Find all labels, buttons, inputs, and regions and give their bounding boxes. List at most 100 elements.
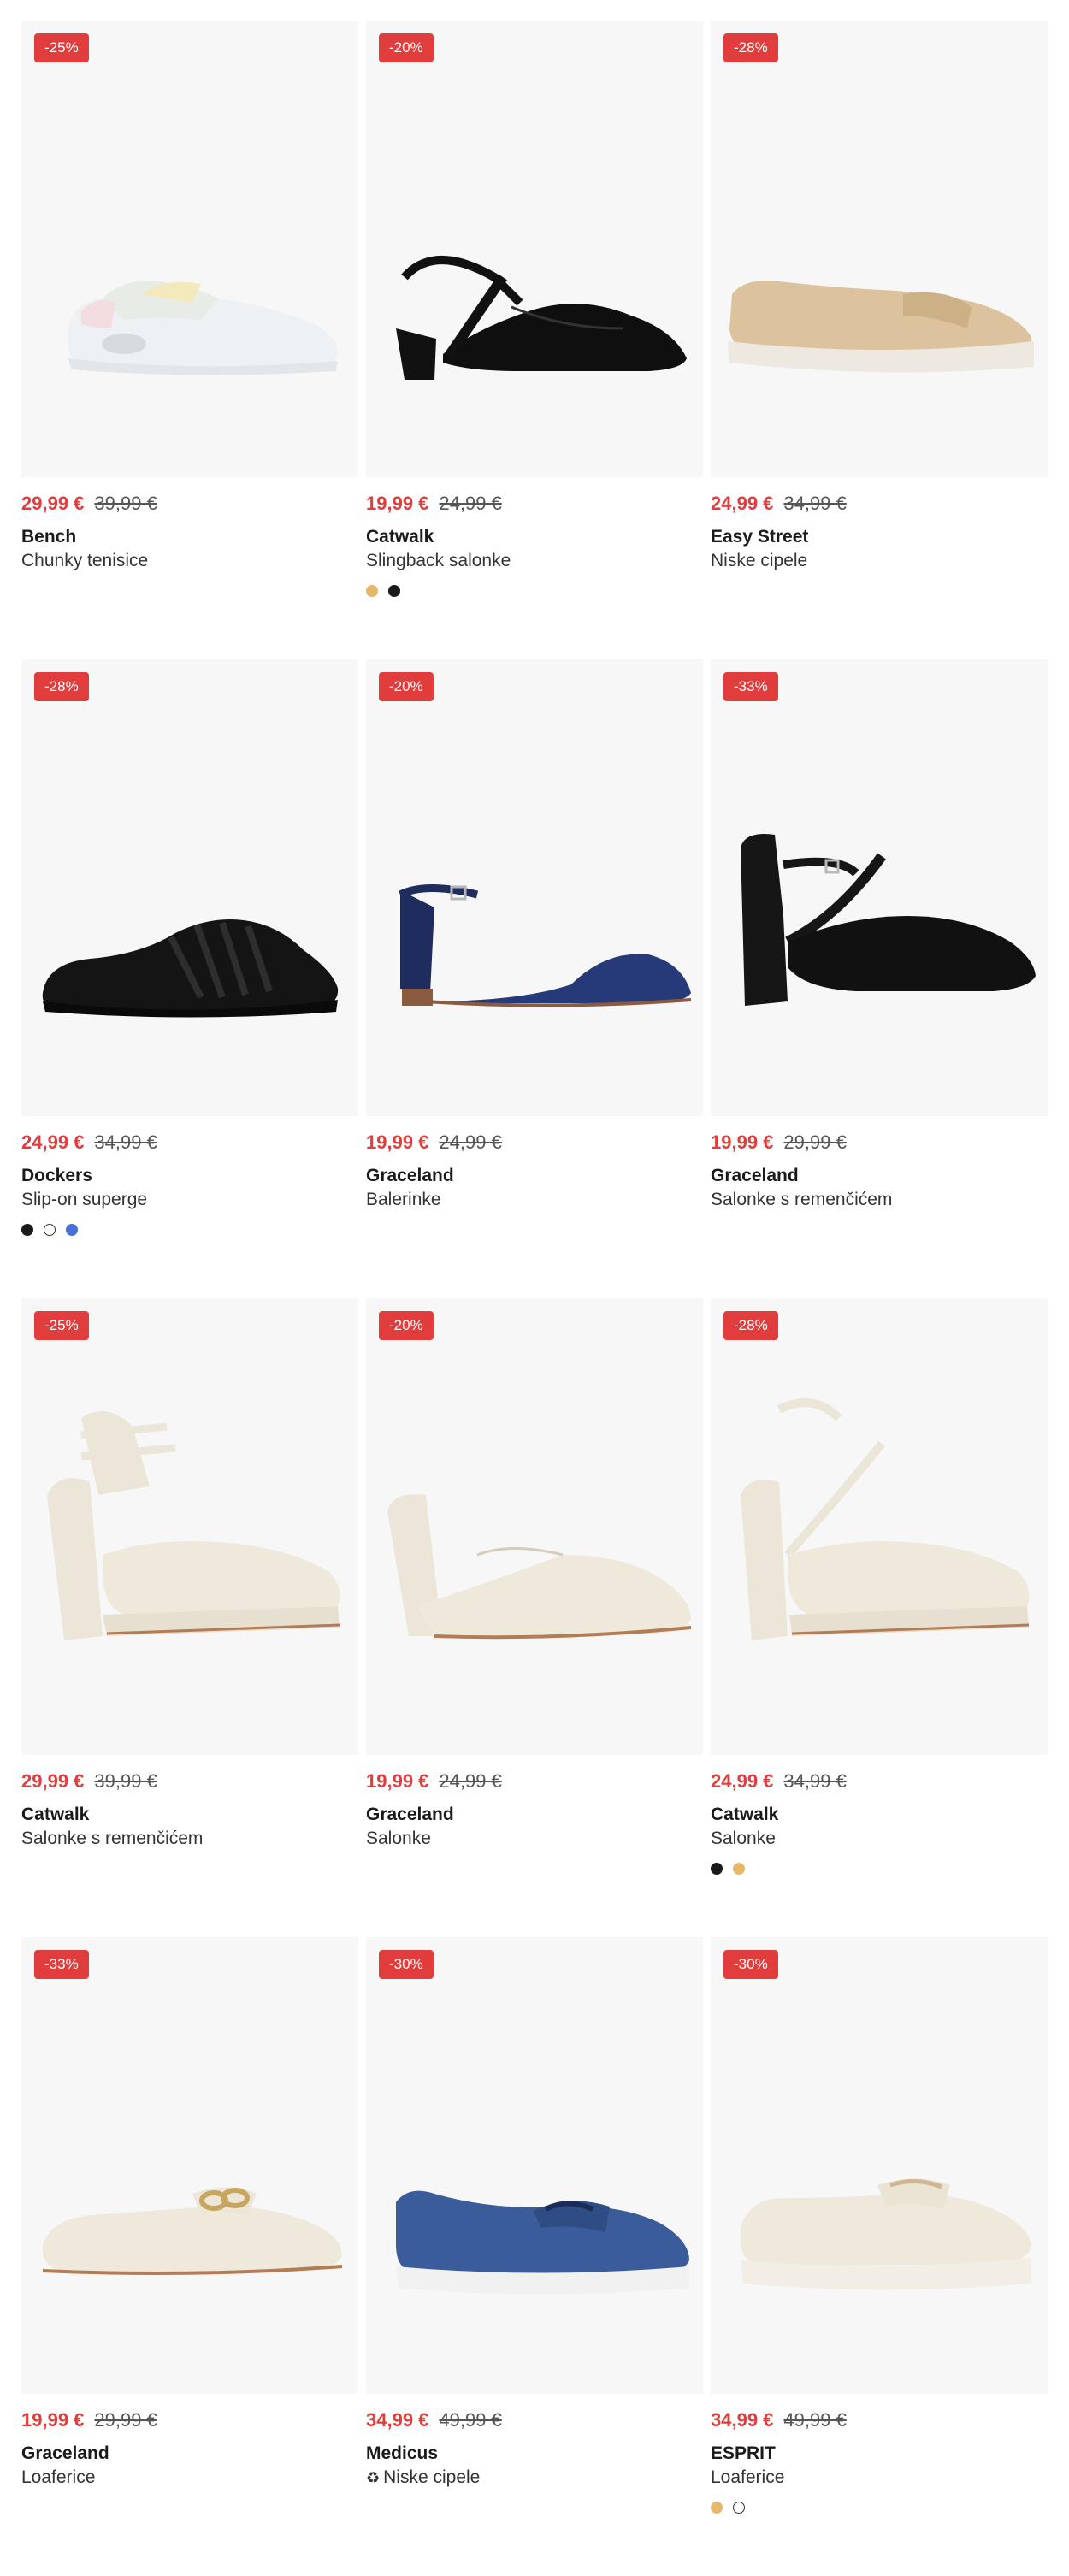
product-card[interactable]: -25% 29,99 € 39,99 € Catwalk Salonke s r…: [21, 1298, 358, 1937]
shoe-image: [42, 919, 339, 1018]
product-image[interactable]: -28%: [21, 659, 358, 1116]
product-image[interactable]: -30%: [366, 1937, 703, 2394]
product-name-row[interactable]: Salonke s remenčićem: [21, 1829, 358, 1849]
shoe-image: [740, 2178, 1031, 2290]
discount-badge: -20%: [379, 1311, 434, 1340]
color-swatch[interactable]: [44, 1224, 56, 1236]
product-name[interactable]: Salonke s remenčićem: [711, 1190, 892, 1210]
product-name-row[interactable]: Slip-on superge: [21, 1190, 358, 1210]
product-image[interactable]: -20%: [366, 21, 703, 477]
color-swatch[interactable]: [733, 2502, 745, 2514]
color-swatch[interactable]: [388, 585, 400, 597]
product-name[interactable]: Salonke s remenčićem: [21, 1829, 203, 1849]
product-name-row[interactable]: ♻ Niske cipele: [366, 2467, 703, 2488]
product-image[interactable]: -33%: [711, 659, 1048, 1116]
product-name-row[interactable]: Loaferice: [711, 2467, 1048, 2488]
eco-icon: ♻: [366, 2468, 381, 2486]
product-brand[interactable]: Bench: [21, 527, 358, 547]
shoe-image: [42, 2187, 343, 2276]
product-card[interactable]: -33% 19,99 € 29,99 € Graceland Loaferice: [21, 1937, 358, 2576]
product-name[interactable]: Salonke: [366, 1829, 431, 1849]
color-swatch[interactable]: [366, 585, 378, 597]
discount-badge: -30%: [379, 1950, 434, 1979]
product-name[interactable]: Chunky tenisice: [21, 551, 148, 571]
product-brand[interactable]: Graceland: [366, 1166, 703, 1186]
product-brand[interactable]: Dockers: [21, 1166, 358, 1186]
sale-price: 34,99 €: [366, 2409, 429, 2431]
color-swatch[interactable]: [711, 1863, 723, 1875]
product-card[interactable]: -28% 24,99 € 34,99 € Catwalk Salonke: [711, 1298, 1048, 1937]
product-image[interactable]: -20%: [366, 1298, 703, 1755]
product-name-row[interactable]: Loaferice: [21, 2467, 358, 2488]
product-name[interactable]: Slip-on superge: [21, 1190, 147, 1210]
price-row: 19,99 € 29,99 €: [21, 2409, 358, 2431]
product-card[interactable]: -25% 29,99 € 39,99 € Bench Chunky tenisi…: [21, 21, 358, 659]
product-image[interactable]: -28%: [711, 21, 1048, 477]
product-name-row[interactable]: Slingback salonke: [366, 551, 703, 571]
product-name[interactable]: Niske cipele: [383, 2467, 480, 2488]
product-brand[interactable]: Graceland: [21, 2443, 358, 2464]
price-row: 34,99 € 49,99 €: [366, 2409, 703, 2431]
discount-badge: -28%: [34, 672, 89, 701]
original-price: 29,99 €: [94, 2409, 157, 2431]
product-card[interactable]: -28% 24,99 € 34,99 € Easy Street Niske c…: [711, 21, 1048, 659]
product-name[interactable]: Salonke: [711, 1829, 776, 1849]
product-name[interactable]: Balerinke: [366, 1190, 441, 1210]
product-image[interactable]: -30%: [711, 1937, 1048, 2394]
product-card[interactable]: -30% 34,99 € 49,99 € ESPRIT Loaferice: [711, 1937, 1048, 2576]
product-card[interactable]: -33% 19,99 € 29,99 € Graceland Salonke s…: [711, 659, 1048, 1298]
product-brand[interactable]: Graceland: [366, 1805, 703, 1825]
color-swatch[interactable]: [733, 1863, 745, 1875]
product-name-row[interactable]: Salonke: [711, 1829, 1048, 1849]
product-name[interactable]: Loaferice: [711, 2467, 784, 2488]
product-card[interactable]: -20% 19,99 € 24,99 € Graceland Salonke: [366, 1298, 703, 1937]
price-row: 19,99 € 24,99 €: [366, 1770, 703, 1792]
discount-badge: -28%: [723, 33, 778, 62]
product-image[interactable]: -20%: [366, 659, 703, 1116]
product-name[interactable]: Loaferice: [21, 2467, 95, 2488]
price-row: 29,99 € 39,99 €: [21, 1770, 358, 1792]
original-price: 49,99 €: [783, 2409, 847, 2431]
product-image[interactable]: -25%: [21, 1298, 358, 1755]
product-brand[interactable]: ESPRIT: [711, 2443, 1048, 2464]
product-card[interactable]: -20% 19,99 € 24,99 € Catwalk Slingback s…: [366, 21, 703, 659]
product-brand[interactable]: Medicus: [366, 2443, 703, 2464]
product-grid: -25% 29,99 € 39,99 € Bench Chunky tenisi…: [21, 21, 1048, 2576]
product-image[interactable]: -25%: [21, 21, 358, 477]
product-card[interactable]: -30% 34,99 € 49,99 € Medicus ♻ Niske cip…: [366, 1937, 703, 2576]
product-name-row[interactable]: Chunky tenisice: [21, 551, 358, 571]
product-image[interactable]: -28%: [711, 1298, 1048, 1755]
color-swatch[interactable]: [21, 1224, 33, 1236]
discount-badge: -20%: [379, 672, 434, 701]
product-name[interactable]: Niske cipele: [711, 551, 807, 571]
product-brand[interactable]: Catwalk: [366, 527, 703, 547]
sale-price: 19,99 €: [366, 493, 429, 514]
product-brand[interactable]: Easy Street: [711, 527, 1048, 547]
product-name-row[interactable]: Salonke s remenčićem: [711, 1190, 1048, 1210]
original-price: 39,99 €: [94, 493, 157, 514]
product-image[interactable]: -33%: [21, 1937, 358, 2394]
color-swatch[interactable]: [711, 2502, 723, 2514]
product-name-row[interactable]: Niske cipele: [711, 551, 1048, 571]
color-swatch[interactable]: [66, 1224, 78, 1236]
product-brand[interactable]: Catwalk: [21, 1805, 358, 1825]
discount-badge: -30%: [723, 1950, 778, 1979]
sale-price: 29,99 €: [21, 1770, 85, 1792]
product-name-row[interactable]: Balerinke: [366, 1190, 703, 1210]
sale-price: 29,99 €: [21, 493, 85, 514]
price-row: 24,99 € 34,99 €: [711, 1770, 1048, 1792]
discount-badge: -20%: [379, 33, 434, 62]
sale-price: 24,99 €: [711, 493, 774, 514]
original-price: 34,99 €: [783, 1770, 847, 1792]
price-row: 19,99 € 29,99 €: [711, 1131, 1048, 1153]
product-brand[interactable]: Catwalk: [711, 1805, 1048, 1825]
product-card[interactable]: -20% 19,99 € 24,99 € Graceland Balerinke: [366, 659, 703, 1298]
product-name-row[interactable]: Salonke: [366, 1829, 703, 1849]
shoe-image: [396, 256, 687, 380]
color-swatches: [711, 2502, 1048, 2514]
product-name[interactable]: Slingback salonke: [366, 551, 511, 571]
price-row: 24,99 € 34,99 €: [21, 1131, 358, 1153]
product-card[interactable]: -28% 24,99 € 34,99 € Dockers Slip-on sup…: [21, 659, 358, 1298]
original-price: 49,99 €: [439, 2409, 502, 2431]
product-brand[interactable]: Graceland: [711, 1166, 1048, 1186]
